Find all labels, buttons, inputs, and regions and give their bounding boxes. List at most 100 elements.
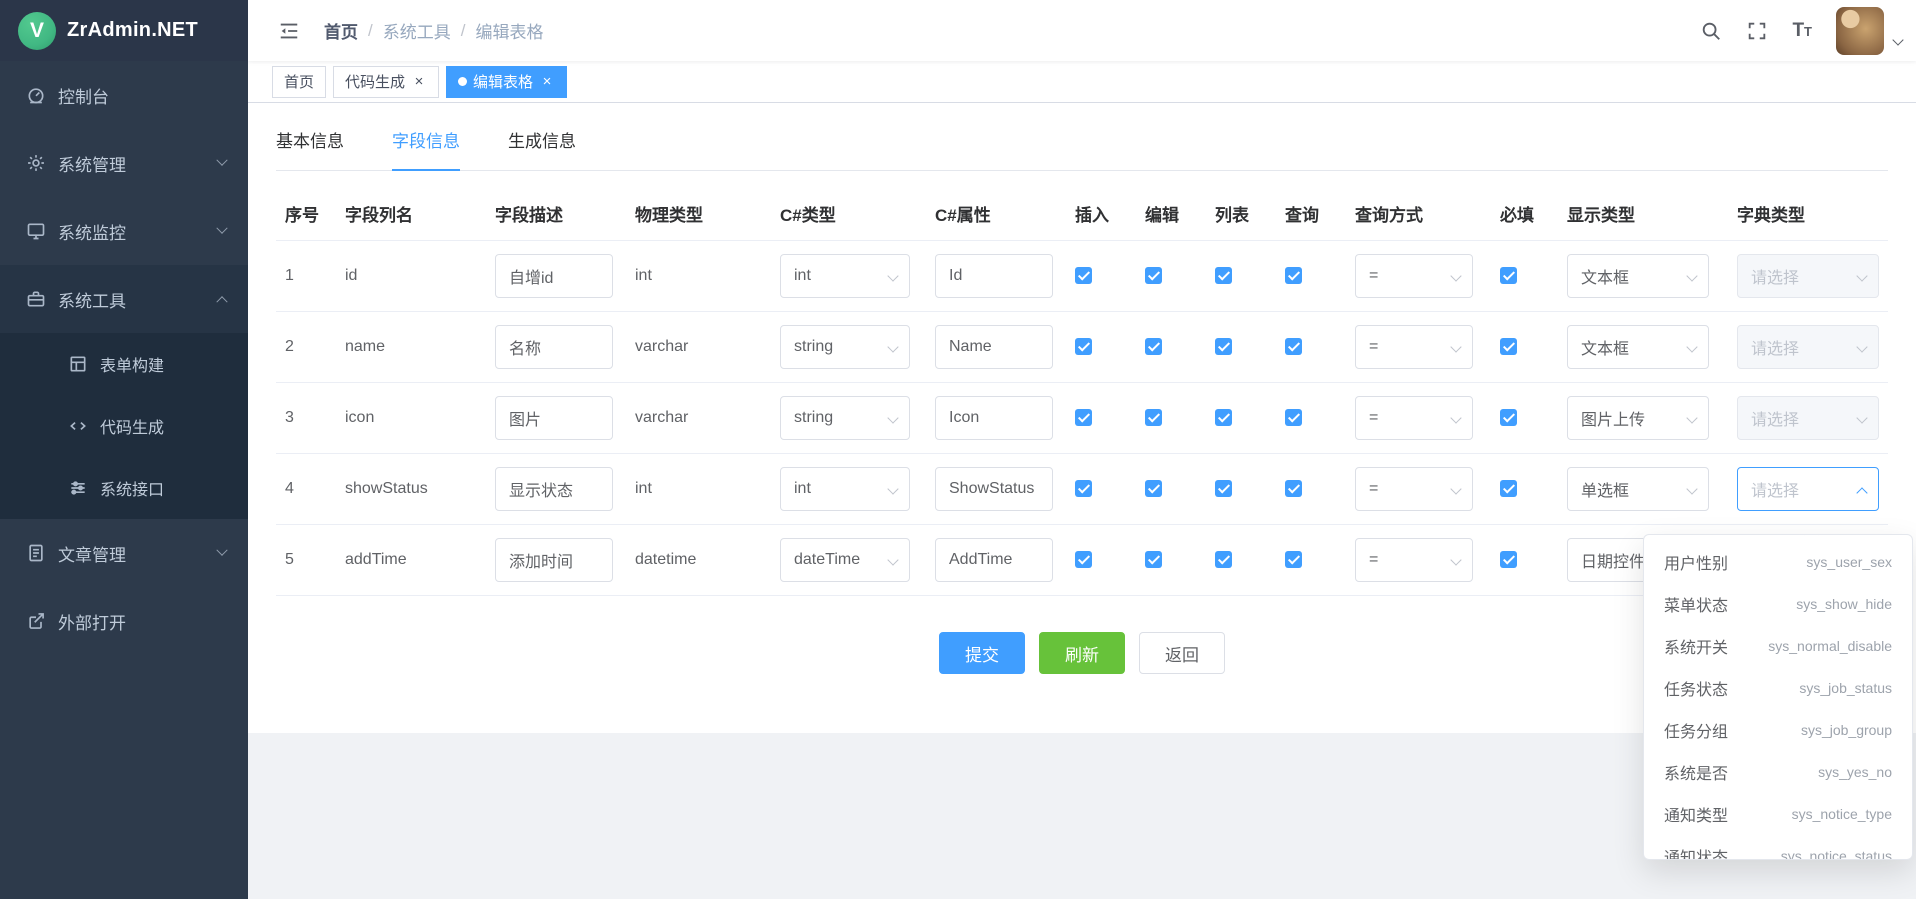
- col-field-desc: 字段描述: [486, 201, 626, 226]
- list-checkbox[interactable]: [1215, 267, 1232, 284]
- required-checkbox[interactable]: [1500, 267, 1517, 284]
- display-type-select[interactable]: 图片上传: [1567, 396, 1709, 440]
- cs-type-select[interactable]: string: [780, 396, 910, 440]
- required-checkbox[interactable]: [1500, 480, 1517, 497]
- dropdown-option[interactable]: 系统开关 sys_normal_disable: [1644, 625, 1912, 667]
- sidebar-item-code-generation[interactable]: 代码生成: [0, 395, 248, 457]
- insert-checkbox[interactable]: [1075, 409, 1092, 426]
- cs-property-input[interactable]: [935, 325, 1053, 369]
- dropdown-option[interactable]: 系统是否 sys_yes_no: [1644, 751, 1912, 793]
- dropdown-option[interactable]: 菜单状态 sys_show_hide: [1644, 583, 1912, 625]
- tag-home[interactable]: 首页: [272, 66, 326, 98]
- dict-type-select[interactable]: 请选择: [1737, 325, 1879, 369]
- list-checkbox[interactable]: [1215, 409, 1232, 426]
- required-checkbox[interactable]: [1500, 551, 1517, 568]
- close-icon[interactable]: ×: [411, 74, 427, 90]
- caret-down-icon[interactable]: [1892, 34, 1903, 45]
- chevron-down-icon: [887, 483, 898, 494]
- sidebar-item-system-monitor[interactable]: 系统监控: [0, 197, 248, 265]
- font-size-icon[interactable]: TT: [1792, 21, 1812, 40]
- insert-checkbox[interactable]: [1075, 551, 1092, 568]
- sidebar-item-system-management[interactable]: 系统管理: [0, 129, 248, 197]
- dict-type-select[interactable]: 请选择: [1737, 254, 1879, 298]
- required-checkbox[interactable]: [1500, 409, 1517, 426]
- sidebar-item-system-tools[interactable]: 系统工具: [0, 265, 248, 333]
- refresh-button[interactable]: 刷新: [1039, 632, 1125, 674]
- edit-checkbox[interactable]: [1145, 267, 1162, 284]
- field-desc-input[interactable]: [495, 396, 613, 440]
- list-checkbox[interactable]: [1215, 338, 1232, 355]
- query-type-select[interactable]: =: [1355, 467, 1473, 511]
- field-desc-input[interactable]: [495, 467, 613, 511]
- breadcrumb-home[interactable]: 首页: [324, 18, 358, 43]
- dict-type-select[interactable]: 请选择: [1737, 396, 1879, 440]
- cs-type-select[interactable]: string: [780, 325, 910, 369]
- search-icon[interactable]: [1700, 20, 1722, 42]
- system-tools-submenu: 表单构建 代码生成 系统接口: [0, 333, 248, 519]
- sidebar-item-form-builder[interactable]: 表单构建: [0, 333, 248, 395]
- field-name: addTime: [336, 551, 486, 569]
- insert-checkbox[interactable]: [1075, 480, 1092, 497]
- tag-label: 编辑表格: [473, 71, 533, 92]
- edit-checkbox[interactable]: [1145, 480, 1162, 497]
- submit-button[interactable]: 提交: [939, 632, 1025, 674]
- query-type-select[interactable]: =: [1355, 396, 1473, 440]
- code-icon: [68, 416, 88, 436]
- cs-property-input[interactable]: [935, 538, 1053, 582]
- tab-generate-info[interactable]: 生成信息: [508, 127, 576, 170]
- cs-type-select[interactable]: int: [780, 467, 910, 511]
- required-checkbox[interactable]: [1500, 338, 1517, 355]
- list-checkbox[interactable]: [1215, 551, 1232, 568]
- query-checkbox[interactable]: [1285, 409, 1302, 426]
- dict-type-select-open[interactable]: 请选择: [1737, 467, 1879, 511]
- field-desc-input[interactable]: [495, 325, 613, 369]
- dropdown-option[interactable]: 通知类型 sys_notice_type: [1644, 793, 1912, 835]
- sidebar-item-external-open[interactable]: 外部打开: [0, 587, 248, 655]
- cs-type-select[interactable]: dateTime: [780, 538, 910, 582]
- cs-type-select[interactable]: int: [780, 254, 910, 298]
- chevron-down-icon: [1450, 483, 1461, 494]
- tab-basic-info[interactable]: 基本信息: [276, 127, 344, 170]
- edit-checkbox[interactable]: [1145, 338, 1162, 355]
- display-type-select[interactable]: 文本框: [1567, 325, 1709, 369]
- display-type-select[interactable]: 文本框: [1567, 254, 1709, 298]
- cs-property-input[interactable]: [935, 254, 1053, 298]
- query-checkbox[interactable]: [1285, 267, 1302, 284]
- tab-field-info[interactable]: 字段信息: [392, 127, 460, 171]
- insert-checkbox[interactable]: [1075, 267, 1092, 284]
- display-type-select[interactable]: 单选框: [1567, 467, 1709, 511]
- cs-property-input[interactable]: [935, 396, 1053, 440]
- query-type-select[interactable]: =: [1355, 538, 1473, 582]
- field-desc-input[interactable]: [495, 254, 613, 298]
- dropdown-option[interactable]: 任务分组 sys_job_group: [1644, 709, 1912, 751]
- back-button[interactable]: 返回: [1139, 632, 1225, 674]
- field-desc-input[interactable]: [495, 538, 613, 582]
- dropdown-option-partial[interactable]: 通知状态 sys_notice_status: [1644, 835, 1912, 860]
- dropdown-option[interactable]: 用户性别 sys_user_sex: [1644, 541, 1912, 583]
- sidebar-item-system-api[interactable]: 系统接口: [0, 457, 248, 519]
- fullscreen-icon[interactable]: [1746, 20, 1768, 42]
- query-checkbox[interactable]: [1285, 480, 1302, 497]
- cs-property-input[interactable]: [935, 467, 1053, 511]
- query-type-select[interactable]: =: [1355, 254, 1473, 298]
- chevron-down-icon: [887, 341, 898, 352]
- list-checkbox[interactable]: [1215, 480, 1232, 497]
- sidebar-item-dashboard[interactable]: 控制台: [0, 61, 248, 129]
- user-avatar[interactable]: [1836, 7, 1884, 55]
- dict-type-dropdown: 用户性别 sys_user_sex 菜单状态 sys_show_hide 系统开…: [1643, 534, 1913, 860]
- edit-checkbox[interactable]: [1145, 551, 1162, 568]
- field-name: name: [336, 338, 486, 356]
- dropdown-option[interactable]: 任务状态 sys_job_status: [1644, 667, 1912, 709]
- menu-fold-icon[interactable]: [278, 20, 300, 42]
- sidebar-item-article-management[interactable]: 文章管理: [0, 519, 248, 587]
- close-icon[interactable]: ×: [539, 74, 555, 90]
- query-type-select[interactable]: =: [1355, 325, 1473, 369]
- edit-checkbox[interactable]: [1145, 409, 1162, 426]
- query-checkbox[interactable]: [1285, 551, 1302, 568]
- col-display-type: 显示类型: [1558, 201, 1728, 226]
- insert-checkbox[interactable]: [1075, 338, 1092, 355]
- tag-edit-table[interactable]: 编辑表格 ×: [446, 66, 567, 98]
- tag-code-generation[interactable]: 代码生成 ×: [333, 66, 439, 98]
- query-checkbox[interactable]: [1285, 338, 1302, 355]
- app-logo[interactable]: V ZrAdmin.NET: [0, 0, 248, 61]
